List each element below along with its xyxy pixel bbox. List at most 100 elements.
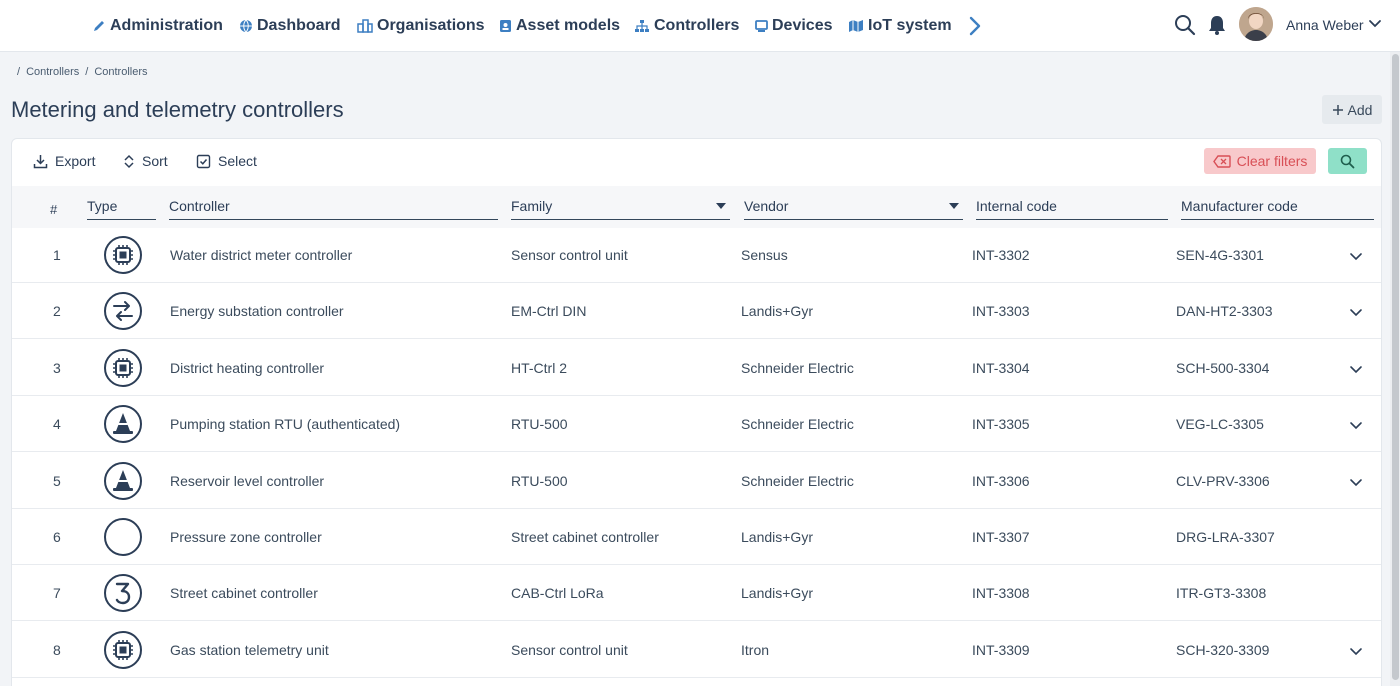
row-expand-button[interactable] xyxy=(1348,474,1364,490)
table-row[interactable]: 2 Energy substation controller EM-Ctrl DIN… xyxy=(12,283,1381,340)
column-header-type[interactable]: Type xyxy=(87,190,156,220)
row-number: 1 xyxy=(53,247,61,263)
column-header-label: Controller xyxy=(169,198,230,214)
export-label: Export xyxy=(55,153,96,169)
controller-name: Gas station telemetry unit xyxy=(170,641,329,658)
nav-item-devices[interactable]: Devices xyxy=(755,0,833,52)
breadcrumb-item[interactable]: Controllers xyxy=(26,66,79,78)
row-number: 8 xyxy=(53,641,61,658)
controller-name: Water district meter controller xyxy=(170,247,353,263)
empty-circle-icon xyxy=(103,517,143,557)
select-button[interactable]: Select xyxy=(196,150,257,172)
column-header-label: Family xyxy=(511,198,553,214)
manufacturer-code-value: ITR-GT3-3308 xyxy=(1176,585,1267,602)
row-number: 5 xyxy=(53,472,61,489)
manufacturer-code-value: SCH-320-3309 xyxy=(1176,641,1270,658)
family-value: RTU-500 xyxy=(511,416,568,433)
table-search-button[interactable] xyxy=(1328,148,1367,174)
row-expand-button[interactable] xyxy=(1348,248,1364,264)
add-button[interactable]: Add xyxy=(1322,95,1382,124)
family-value: Street cabinet controller xyxy=(511,529,659,545)
nav-item-iot-system[interactable]: IoT system xyxy=(848,0,952,52)
nav-item-label: Controllers xyxy=(654,17,740,34)
number-three-icon xyxy=(103,573,143,613)
controller-name: Energy substation controller xyxy=(170,303,344,320)
column-header-family[interactable]: Family xyxy=(511,190,730,220)
manufacturer-code-value: SCH-500-3304 xyxy=(1176,359,1270,376)
controller-name: Reservoir level controller xyxy=(170,472,325,489)
user-menu-name[interactable]: Anna Weber xyxy=(1286,0,1364,50)
vendor-value: Landis+Gyr xyxy=(741,585,813,602)
download-icon xyxy=(33,154,48,168)
nav-item-label: IoT system xyxy=(868,17,952,34)
user-menu-toggle[interactable] xyxy=(1368,17,1382,36)
row-expand-button[interactable] xyxy=(1348,361,1364,377)
vendor-value: Schneider Electric xyxy=(741,359,854,376)
chevron-down-icon xyxy=(1350,422,1362,430)
breadcrumb-item-current[interactable]: Controllers xyxy=(94,66,147,78)
clear-filters-button[interactable]: Clear filters xyxy=(1204,148,1316,174)
chip-icon xyxy=(103,348,143,388)
column-header-internal-code[interactable]: Internal code xyxy=(976,190,1168,220)
nav-item-asset-models[interactable]: Asset models xyxy=(499,0,620,52)
internal-code-value: INT-3304 xyxy=(972,359,1030,376)
internal-code-value: INT-3307 xyxy=(972,529,1030,545)
family-value: Sensor control unit xyxy=(511,247,628,263)
manufacturer-code-value: CLV-PRV-3306 xyxy=(1176,472,1270,489)
user-avatar[interactable] xyxy=(1239,7,1273,41)
table-row[interactable]: 8 Gas station telemetry unit Sensor contro… xyxy=(12,622,1381,678)
table-row[interactable]: 1 Water district meter controller Sensor c… xyxy=(12,227,1381,283)
table-row[interactable]: 5 Reservoir level controller RTU-500 Schnei… xyxy=(12,453,1381,509)
cone-icon xyxy=(103,404,143,444)
add-button-label: Add xyxy=(1347,101,1373,118)
exchange-icon xyxy=(103,291,143,331)
nav-item-label: Organisations xyxy=(377,17,485,34)
row-number: 6 xyxy=(53,529,61,545)
breadcrumb: / Controllers / Controllers xyxy=(17,66,148,78)
globe-icon xyxy=(240,19,252,33)
family-value: RTU-500 xyxy=(511,472,568,489)
table-row[interactable]: 6 Pressure zone controller Street cabinet … xyxy=(12,509,1381,565)
nav-item-organisations[interactable]: Organisations xyxy=(357,0,485,52)
chevron-down-icon xyxy=(1350,365,1362,373)
clear-filters-label: Clear filters xyxy=(1236,153,1308,169)
nav-scroll-next-button[interactable] xyxy=(964,14,986,38)
checkbox-icon xyxy=(196,154,211,168)
nav-item-administration[interactable]: Administration xyxy=(92,0,223,52)
column-header-vendor[interactable]: Vendor xyxy=(744,190,963,220)
nav-item-label: Administration xyxy=(110,17,223,34)
nav-item-controllers[interactable]: Controllers xyxy=(634,0,739,52)
manufacturer-code-value: DAN-HT2-3303 xyxy=(1176,303,1273,320)
internal-code-value: INT-3303 xyxy=(972,303,1030,320)
map-icon xyxy=(849,20,863,32)
notifications-button[interactable] xyxy=(1207,14,1227,41)
vendor-value: Landis+Gyr xyxy=(741,303,813,320)
chip-icon xyxy=(103,235,143,275)
global-search-button[interactable] xyxy=(1174,14,1196,41)
caret-down-icon xyxy=(716,203,726,209)
row-expand-button[interactable] xyxy=(1348,304,1364,320)
nav-item-label: Asset models xyxy=(516,17,621,34)
controller-name: Street cabinet controller xyxy=(170,585,318,602)
chevron-down-icon xyxy=(1350,309,1362,317)
row-expand-button[interactable] xyxy=(1348,643,1364,659)
table-row[interactable]: 4 Pumping station RTU (authenticated) RTU-… xyxy=(12,396,1381,453)
internal-code-value: INT-3306 xyxy=(972,472,1030,489)
column-header-label: Manufacturer code xyxy=(1181,198,1298,214)
export-button[interactable]: Export xyxy=(33,150,95,172)
column-header-label: Vendor xyxy=(744,198,789,214)
table-row[interactable]: 3 District heating controller HT-Ctrl 2 Sch… xyxy=(12,340,1381,396)
breadcrumb-separator: / xyxy=(17,66,21,78)
column-header-controller[interactable]: Controller xyxy=(169,190,498,220)
family-value: CAB-Ctrl LoRa xyxy=(511,585,604,602)
vendor-value: Schneider Electric xyxy=(741,472,854,489)
cone-icon xyxy=(103,461,143,501)
column-header-number: # xyxy=(50,202,58,217)
table-row[interactable]: 7 Street cabinet controller CAB-Ctrl LoRa L… xyxy=(12,565,1381,622)
column-header-manufacturer-code[interactable]: Manufacturer code xyxy=(1181,190,1374,220)
sort-button[interactable]: Sort xyxy=(123,150,168,172)
row-expand-button[interactable] xyxy=(1348,417,1364,433)
page-scrollbar-thumb[interactable] xyxy=(1392,54,1399,680)
vendor-value: Sensus xyxy=(741,247,788,263)
nav-item-dashboard[interactable]: Dashboard xyxy=(239,0,341,52)
